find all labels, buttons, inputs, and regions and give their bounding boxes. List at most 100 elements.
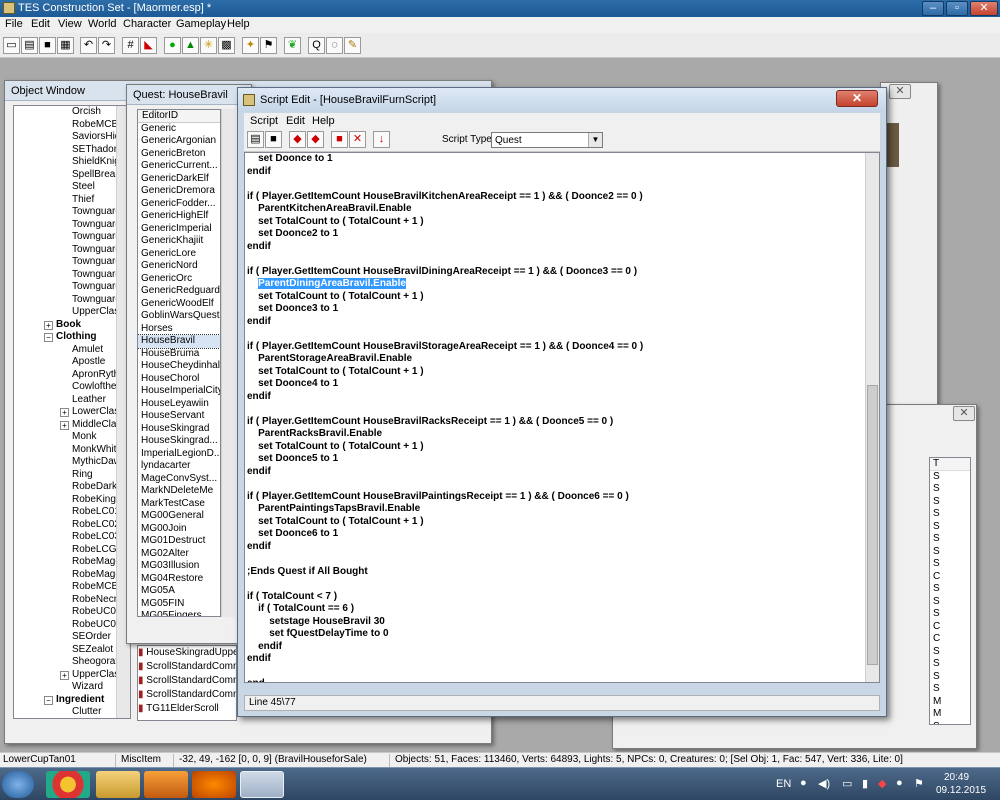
code-line[interactable]: set TotalCount to ( TotalCount + 1 ) bbox=[247, 291, 865, 304]
flag-icon[interactable]: ⚑ bbox=[914, 777, 924, 790]
tree-item[interactable]: Steel bbox=[14, 181, 130, 194]
quest-list-item[interactable]: GenericRedguard bbox=[138, 285, 220, 298]
quest-list-item[interactable]: MarkNDeleteMe bbox=[138, 485, 220, 498]
tree-item[interactable]: TownguardAn bbox=[14, 206, 130, 219]
code-line[interactable]: endif bbox=[247, 241, 865, 254]
tree-item[interactable]: SaviorsHide bbox=[14, 131, 130, 144]
tree-item[interactable]: RobeLCGrey bbox=[14, 544, 130, 557]
close-script-icon[interactable]: ✕ bbox=[349, 131, 366, 148]
collapse-icon[interactable]: − bbox=[44, 333, 53, 342]
quest-list-item[interactable]: HouseServant bbox=[138, 410, 220, 423]
tree-item[interactable]: RobeKingWorm bbox=[14, 494, 130, 507]
cell-list-value[interactable]: M bbox=[930, 696, 970, 709]
tree-item[interactable]: Clutter bbox=[14, 706, 130, 718]
angle-snap-icon[interactable]: ◣ bbox=[140, 37, 157, 54]
code-line[interactable]: ;Ends Quest if All Bought bbox=[247, 566, 865, 579]
script-menu-edit[interactable]: Edit bbox=[286, 115, 305, 127]
code-line[interactable]: endif bbox=[247, 466, 865, 479]
tree-item[interactable]: CowloftheGrayF bbox=[14, 381, 130, 394]
code-line[interactable] bbox=[247, 403, 865, 416]
quest-list-item[interactable]: Generic bbox=[138, 123, 220, 136]
cell-list-value[interactable]: M bbox=[930, 708, 970, 721]
code-line[interactable] bbox=[247, 666, 865, 679]
code-line[interactable]: set Doonce4 to 1 bbox=[247, 378, 865, 391]
tree-item[interactable]: TownguardBru bbox=[14, 231, 130, 244]
tree-item[interactable]: RobeMCBlack bbox=[14, 581, 130, 594]
cell-list-value[interactable]: S bbox=[930, 583, 970, 596]
expand-icon[interactable]: + bbox=[44, 320, 53, 330]
volume-icon[interactable]: ◀) bbox=[818, 777, 830, 790]
quest-list-item[interactable]: lyndacarter bbox=[138, 460, 220, 473]
open-folder-icon[interactable]: ▤ bbox=[21, 37, 38, 54]
code-line[interactable]: set fQuestDelayTime to 0 bbox=[247, 628, 865, 641]
tree-item[interactable]: RobeLC01 bbox=[14, 506, 130, 519]
quest-list-item[interactable]: HouseBravil bbox=[138, 334, 220, 349]
cell-list-value[interactable]: S bbox=[930, 558, 970, 571]
cell-list-value[interactable]: S bbox=[930, 608, 970, 621]
quest-list-item[interactable]: GenericLore bbox=[138, 248, 220, 261]
quest-list-item[interactable]: GenericDremora bbox=[138, 185, 220, 198]
tree-category[interactable]: − Ingredient bbox=[14, 694, 130, 707]
scroll-thumb[interactable] bbox=[867, 385, 878, 665]
quest-list-item[interactable]: HouseImperialCity bbox=[138, 385, 220, 398]
quest-list-item[interactable]: HouseSkingrad... bbox=[138, 435, 220, 448]
script-editor[interactable]: set Doonce to 1 endif if ( Player.GetItemC… bbox=[244, 152, 880, 683]
open-script-icon[interactable]: ▤ bbox=[247, 131, 264, 148]
menu-world[interactable]: World bbox=[88, 18, 117, 30]
quest-list-item[interactable]: MG04Restore bbox=[138, 573, 220, 586]
tree-item[interactable]: ApronRythes bbox=[14, 369, 130, 382]
quest-list-item[interactable]: HouseSkingrad bbox=[138, 423, 220, 436]
quest-list-item[interactable]: GenericNord bbox=[138, 260, 220, 273]
code-line[interactable] bbox=[247, 253, 865, 266]
quest-list-header[interactable]: EditorID bbox=[138, 110, 220, 123]
cell-list-value[interactable]: S bbox=[930, 521, 970, 534]
cell-list-value[interactable]: S bbox=[930, 646, 970, 659]
code-line[interactable]: set Doonce5 to 1 bbox=[247, 453, 865, 466]
tree-item[interactable]: TownguardCho bbox=[14, 256, 130, 269]
quest-list-item[interactable]: MG01Destruct bbox=[138, 535, 220, 548]
cell-list-value[interactable]: S bbox=[930, 658, 970, 671]
tree-item[interactable]: + UpperClass bbox=[14, 669, 130, 682]
cell-list-value[interactable]: S bbox=[930, 533, 970, 546]
tree-category[interactable]: − Clothing bbox=[14, 331, 130, 344]
quest-list-item[interactable]: MageConvSyst... bbox=[138, 473, 220, 486]
tree-item[interactable]: + LowerClass bbox=[14, 406, 130, 419]
tree-item[interactable]: RobeMCBlack bbox=[14, 119, 130, 132]
quest-list-item[interactable]: GenericFodder... bbox=[138, 198, 220, 211]
code-line[interactable]: set TotalCount to ( TotalCount + 1 ) bbox=[247, 366, 865, 379]
quest-list-item[interactable]: GenericCurrent... bbox=[138, 160, 220, 173]
code-line[interactable]: endif bbox=[247, 166, 865, 179]
quest-list-item[interactable]: GenericImperial bbox=[138, 223, 220, 236]
chevron-down-icon[interactable]: ▼ bbox=[588, 133, 602, 147]
code-line[interactable]: set Doonce3 to 1 bbox=[247, 303, 865, 316]
cell-list-value[interactable]: S bbox=[930, 508, 970, 521]
network-icon[interactable]: ● bbox=[800, 777, 807, 789]
tree-item[interactable]: ShieldKnightofth bbox=[14, 156, 130, 169]
code-line[interactable] bbox=[247, 478, 865, 491]
previous-script-icon[interactable]: ◆ bbox=[289, 131, 306, 148]
menu-edit[interactable]: Edit bbox=[31, 18, 50, 30]
security-icon[interactable]: ◆ bbox=[878, 777, 886, 790]
code-line[interactable]: if ( Player.GetItemCount HouseBravilKitc… bbox=[247, 191, 865, 204]
cell-list-value[interactable]: S bbox=[930, 483, 970, 496]
quest-list-item[interactable]: MG03Illusion bbox=[138, 560, 220, 573]
next-script-icon[interactable]: ◆ bbox=[307, 131, 324, 148]
tree-item[interactable]: TownguardKv bbox=[14, 269, 130, 282]
code-line[interactable]: endif bbox=[247, 391, 865, 404]
code-line[interactable]: ParentStorageAreaBravil.Enable bbox=[247, 353, 865, 366]
quest-list-item[interactable]: MG00General bbox=[138, 510, 220, 523]
code-line[interactable]: ParentDiningAreaBravil.Enable bbox=[247, 278, 865, 291]
firefox-icon[interactable] bbox=[192, 771, 236, 798]
code-line[interactable]: if ( Player.GetItemCount HouseBravilRack… bbox=[247, 416, 865, 429]
tree-item[interactable]: MythicDawnrob bbox=[14, 456, 130, 469]
cell-list-value[interactable]: S bbox=[930, 471, 970, 484]
tree-item[interactable]: SpellBreaker bbox=[14, 169, 130, 182]
start-button-icon[interactable] bbox=[2, 771, 34, 798]
reference-list-item[interactable]: ▮ ScrollStandardComman bbox=[138, 674, 236, 688]
reference-list-item[interactable]: ▮ HouseSkingradUpper bbox=[138, 646, 236, 660]
script-type-select[interactable]: Quest ▼ bbox=[491, 132, 603, 148]
cell-list-value[interactable]: S bbox=[930, 546, 970, 559]
quest-list-item[interactable]: GenericKhajiit bbox=[138, 235, 220, 248]
code-line[interactable]: ParentRacksBravil.Enable bbox=[247, 428, 865, 441]
menu-gameplay[interactable]: Gameplay bbox=[176, 18, 226, 30]
